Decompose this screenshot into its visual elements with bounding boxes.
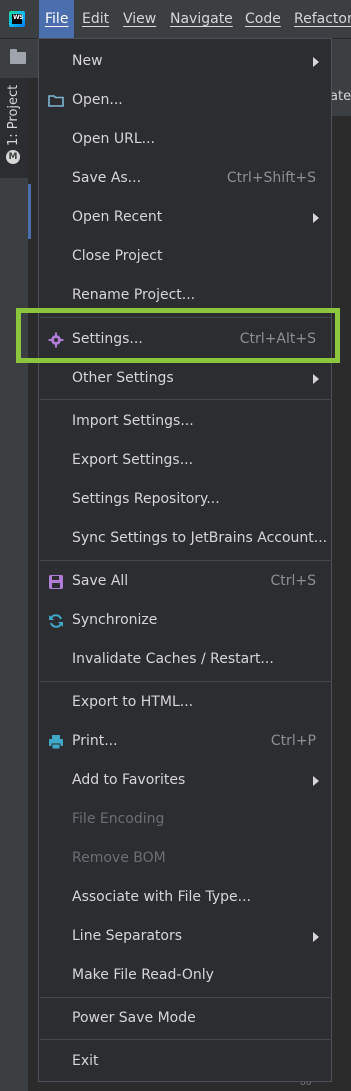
menu-item-associate-file-type[interactable]: Associate with File Type... [40, 878, 332, 917]
menu-item-export-html[interactable]: Export to HTML... [40, 683, 332, 722]
webstorm-logo-icon: WS [9, 11, 25, 27]
menu-item-make-read-only[interactable]: Make File Read-Only [40, 956, 332, 995]
menu-item-close-project[interactable]: Close Project [40, 237, 332, 276]
menu-code[interactable]: Code [245, 0, 281, 38]
menu-separator [40, 317, 332, 318]
save-as-shortcut: Ctrl+Shift+S [226, 170, 316, 186]
folder-icon [10, 49, 26, 64]
save-all-shortcut: Ctrl+S [270, 573, 316, 589]
printer-icon [49, 735, 63, 750]
submenu-arrow-icon [313, 374, 319, 384]
menu-item-add-favorites[interactable]: Add to Favorites [40, 761, 332, 800]
settings-shortcut: Ctrl+Alt+S [239, 331, 316, 347]
menu-item-exit[interactable]: Exit [40, 1042, 332, 1081]
menu-item-synchronize[interactable]: Synchronize [40, 601, 332, 640]
submenu-arrow-icon [313, 57, 319, 67]
menu-item-invalidate-caches[interactable]: Invalidate Caches / Restart... [40, 640, 332, 679]
menu-item-print[interactable]: Print... Ctrl+P [40, 722, 332, 761]
menu-edit[interactable]: Edit [82, 0, 109, 38]
menu-item-open[interactable]: Open... [40, 81, 332, 120]
menu-item-file-encoding: File Encoding [72, 811, 165, 827]
menu-item-open-recent[interactable]: Open Recent [40, 198, 332, 237]
menu-item-settings[interactable]: Settings... Ctrl+Alt+S [40, 320, 332, 359]
folder-open-icon [48, 95, 64, 107]
submenu-arrow-icon [313, 213, 319, 223]
menu-file[interactable]: File [39, 0, 75, 38]
menu-item-save-as[interactable]: Save As... Ctrl+Shift+S [40, 159, 332, 198]
left-tool-strip [0, 78, 29, 1091]
menu-navigate[interactable]: Navigate [170, 0, 233, 38]
menu-item-rename-project[interactable]: Rename Project... [40, 276, 332, 315]
submenu-arrow-icon [313, 932, 319, 942]
selection-marker [28, 184, 31, 239]
menu-item-line-separators[interactable]: Line Separators [40, 917, 332, 956]
menu-separator [40, 997, 332, 998]
menu-separator [40, 399, 332, 400]
editor-tab[interactable]: ate [330, 78, 351, 116]
gear-icon [48, 332, 64, 348]
menu-separator [40, 1039, 332, 1040]
menu-item-export-settings[interactable]: Export Settings... [40, 441, 332, 480]
menu-separator [40, 560, 332, 561]
refresh-icon [49, 614, 63, 628]
maven-icon[interactable]: M [6, 150, 20, 164]
menu-item-sync-settings[interactable]: Sync Settings to JetBrains Account... [40, 519, 332, 558]
save-icon [49, 575, 63, 589]
print-shortcut: Ctrl+P [270, 733, 316, 749]
menu-separator [40, 681, 332, 682]
menu-item-other-settings[interactable]: Other Settings [40, 359, 332, 398]
file-menu-dropdown: New Open... Open URL... Save As... Ctrl+… [38, 38, 332, 1082]
menu-item-settings-repository[interactable]: Settings Repository... [40, 480, 332, 519]
project-tool-label[interactable]: 1: Project [6, 85, 21, 146]
submenu-arrow-icon [313, 776, 319, 786]
menu-item-save-all[interactable]: Save All Ctrl+S [40, 562, 332, 601]
menu-refactor[interactable]: Refactor [294, 0, 351, 38]
menu-item-remove-bom: Remove BOM [72, 850, 166, 866]
menu-item-import-settings[interactable]: Import Settings... [40, 402, 332, 441]
menu-view[interactable]: View [123, 0, 156, 38]
menu-item-new[interactable]: New [40, 42, 332, 81]
menu-item-power-save[interactable]: Power Save Mode [40, 999, 332, 1038]
menu-item-open-url[interactable]: Open URL... [40, 120, 332, 159]
